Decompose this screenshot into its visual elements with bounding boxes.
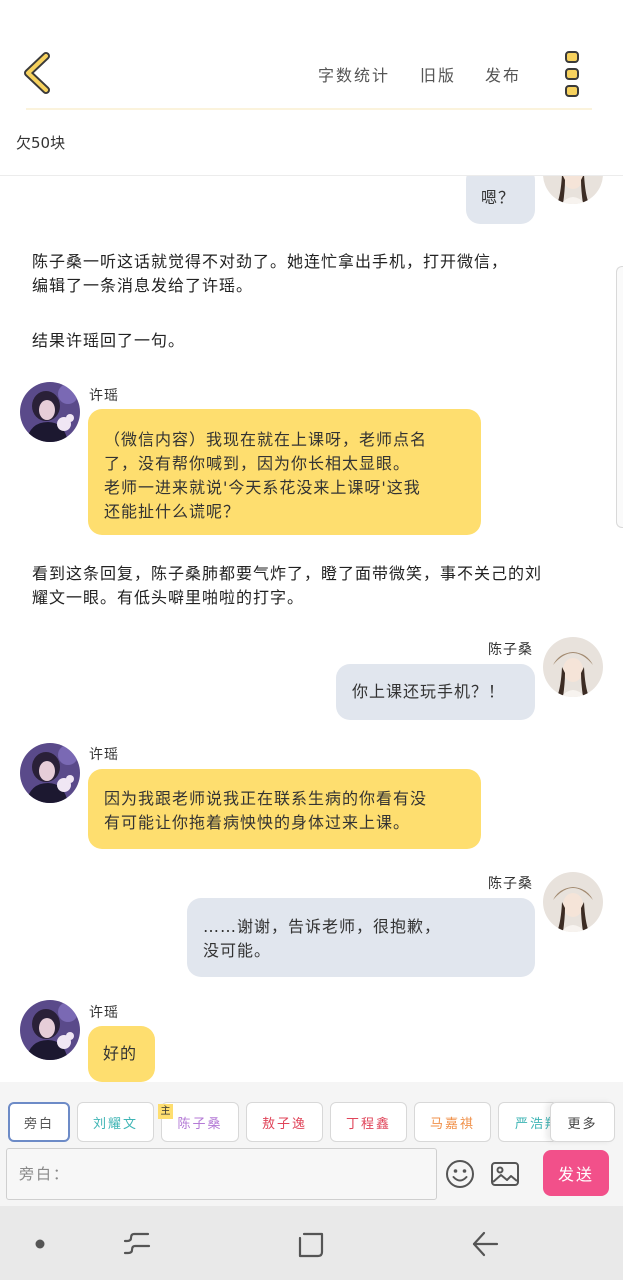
header-divider bbox=[26, 108, 592, 110]
chip-label: 丁程鑫 bbox=[345, 1116, 391, 1132]
back-arrow-icon[interactable] bbox=[20, 50, 60, 96]
message-line: 因为我跟老师说我正在联系生病的你看有没 bbox=[104, 789, 428, 808]
sender-name: 许瑶 bbox=[89, 388, 119, 404]
home-icon[interactable] bbox=[296, 1230, 326, 1260]
more-label: 更多 bbox=[567, 1116, 598, 1132]
emoji-icon[interactable] bbox=[444, 1158, 476, 1190]
story-content[interactable]: 嗯？ 陈子桑一听这话就觉得不对劲了。她连忙拿出手机，打开微信， 编辑了一条消息发… bbox=[0, 176, 623, 1082]
character-chip-ma-jiaqi[interactable]: 马嘉祺 bbox=[414, 1102, 491, 1142]
main-character-badge: 主 bbox=[158, 1104, 173, 1119]
avatar-chen-zisang[interactable] bbox=[543, 637, 603, 697]
avatar-xu-yao[interactable] bbox=[20, 1000, 80, 1060]
chip-label: 刘耀文 bbox=[92, 1116, 138, 1132]
character-chip-ao-ziyi[interactable]: 敖子逸 bbox=[246, 1102, 323, 1142]
character-chip-ding-chengxin[interactable]: 丁程鑫 bbox=[330, 1102, 407, 1142]
avatar-chen-zisang[interactable] bbox=[543, 176, 603, 204]
input-bar: 发送 bbox=[0, 1146, 623, 1206]
message-bubble: 因为我跟老师说我正在联系生病的你看有没 有可能让你拖着病怏怏的身体过来上课。 bbox=[88, 769, 481, 849]
message-bubble: ……谢谢，告诉老师，很抱歉， 没可能。 bbox=[187, 898, 535, 977]
message-line: 老师一进来就说'今天系花没来上课呀'这我 bbox=[104, 478, 421, 497]
message-text: 好的 bbox=[103, 1044, 138, 1063]
more-characters-button[interactable]: 更多 bbox=[550, 1102, 615, 1142]
system-nav-bar bbox=[0, 1206, 623, 1280]
message-line: 没可能。 bbox=[203, 941, 272, 960]
old-version-button[interactable]: 旧版 bbox=[420, 62, 456, 86]
message-line: （微信内容）我现在就在上课呀，老师点名 bbox=[104, 430, 428, 449]
chip-label: 马嘉祺 bbox=[429, 1116, 475, 1132]
narration-block: 结果许瑶回了一句。 bbox=[32, 329, 185, 353]
word-count-button[interactable]: 字数统计 bbox=[318, 62, 390, 86]
chip-label: 敖子逸 bbox=[261, 1116, 307, 1132]
chip-label: 旁白 bbox=[23, 1116, 54, 1132]
narration-line: 陈子桑一听这话就觉得不对劲了。她连忙拿出手机，打开微信， bbox=[32, 252, 509, 271]
more-vertical-icon[interactable] bbox=[562, 50, 584, 98]
character-chip-narrator[interactable]: 旁白 bbox=[8, 1102, 70, 1142]
avatar-xu-yao[interactable] bbox=[20, 382, 80, 442]
message-line: ……谢谢，告诉老师，很抱歉， bbox=[203, 917, 442, 936]
narration-block: 陈子桑一听这话就觉得不对劲了。她连忙拿出手机，打开微信， 编辑了一条消息发给了许… bbox=[32, 250, 508, 298]
message-text: 嗯？ bbox=[481, 188, 516, 207]
message-line: 了，没有帮你喊到，因为你长相太显眼。 bbox=[104, 454, 411, 473]
sender-name: 许瑶 bbox=[89, 1005, 119, 1021]
story-title: 欠50块 bbox=[16, 134, 66, 152]
narration-line: 看到这条回复，陈子桑肺都要气炸了，瞪了面带微笑，事不关己的刘 bbox=[32, 564, 543, 583]
narration-line: 编辑了一条消息发给了许瑶。 bbox=[32, 276, 254, 295]
message-text: 你上课还玩手机？！ bbox=[352, 682, 506, 701]
message-line: 有可能让你拖着病怏怏的身体过来上课。 bbox=[104, 813, 411, 832]
recent-apps-icon[interactable] bbox=[122, 1230, 152, 1258]
character-bar: 旁白 刘耀文 陈子桑 敖子逸 丁程鑫 马嘉祺 严浩翔 更多 bbox=[0, 1082, 623, 1146]
narration-block: 看到这条回复，陈子桑肺都要气炸了，瞪了面带微笑，事不关己的刘 耀文一眼。有低头噼… bbox=[32, 562, 542, 610]
message-line: 还能扯什么谎呢？ bbox=[104, 502, 241, 521]
story-editor-screen: 字数统计 旧版 发布 欠50块 嗯？ 陈子桑一听这话就觉得不对劲了。她连忙拿出手… bbox=[0, 0, 623, 1280]
message-input[interactable] bbox=[6, 1148, 437, 1200]
publish-button[interactable]: 发布 bbox=[485, 62, 521, 86]
avatar-xu-yao[interactable] bbox=[20, 743, 80, 803]
sender-name: 陈子桑 bbox=[488, 642, 533, 658]
message-bubble: （微信内容）我现在就在上课呀，老师点名 了，没有帮你喊到，因为你长相太显眼。 老… bbox=[88, 409, 481, 535]
send-button[interactable]: 发送 bbox=[543, 1150, 609, 1196]
avatar-chen-zisang[interactable] bbox=[543, 872, 603, 932]
narration-line: 耀文一眼。有低头噼里啪啦的打字。 bbox=[32, 588, 305, 607]
image-icon[interactable] bbox=[489, 1158, 521, 1190]
header: 字数统计 旧版 发布 欠50块 bbox=[0, 0, 623, 176]
message-bubble: 你上课还玩手机？！ bbox=[336, 664, 535, 720]
sender-name: 陈子桑 bbox=[488, 876, 533, 892]
dot-indicator-icon bbox=[35, 1239, 45, 1249]
chip-label: 陈子桑 bbox=[177, 1116, 223, 1132]
sender-name: 许瑶 bbox=[89, 747, 119, 763]
message-bubble: 好的 bbox=[88, 1026, 155, 1082]
nav-back-icon[interactable] bbox=[470, 1230, 500, 1258]
message-bubble: 嗯？ bbox=[466, 176, 535, 224]
character-chip-yan-haoxiang[interactable]: 严浩翔 bbox=[498, 1102, 558, 1142]
narration-line: 结果许瑶回了一句。 bbox=[32, 331, 186, 350]
scroll-handle[interactable] bbox=[616, 266, 623, 528]
character-chip-liu-yaowen[interactable]: 刘耀文 bbox=[77, 1102, 154, 1142]
